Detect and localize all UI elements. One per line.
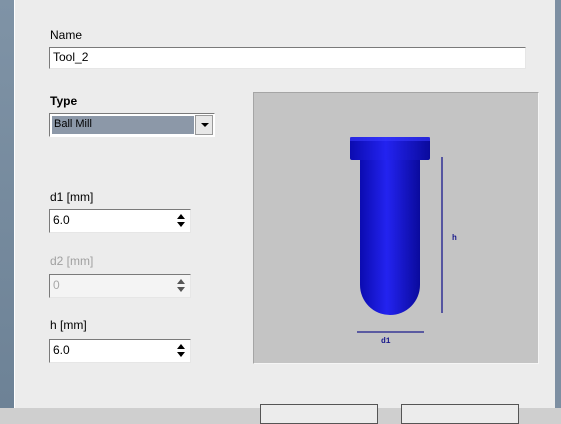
d2-spinner-icon[interactable] xyxy=(174,277,188,295)
chevron-down-icon[interactable] xyxy=(195,115,213,135)
ok-button[interactable] xyxy=(260,404,378,424)
h-dimension-label: h xyxy=(452,234,457,243)
tool-preview-graphic: h d1 xyxy=(350,137,457,346)
d1-input[interactable]: 6.0 xyxy=(49,209,191,233)
d2-value: 0 xyxy=(53,278,60,292)
type-label: Type xyxy=(50,94,78,108)
ball-mill-body-icon xyxy=(360,160,420,315)
name-label: Name xyxy=(50,28,83,42)
h-spinner-icon[interactable] xyxy=(174,342,188,360)
d2-input[interactable]: 0 xyxy=(49,274,191,298)
d1-value: 6.0 xyxy=(53,213,70,227)
h-input[interactable]: 6.0 xyxy=(49,339,191,363)
type-select-value: Ball Mill xyxy=(52,116,194,134)
d2-label: d2 [mm] xyxy=(50,254,94,268)
background-right xyxy=(555,0,561,408)
tool-preview: h d1 xyxy=(253,92,539,364)
type-select[interactable]: Ball Mill xyxy=(49,113,215,137)
name-input[interactable]: Tool_2 xyxy=(49,47,526,69)
background-left xyxy=(0,0,14,408)
h-label: h [mm] xyxy=(50,318,87,332)
d1-dimension-label: d1 xyxy=(381,337,391,346)
tool-dialog: Name Tool_2 Type Ball Mill d1 [mm] 6.0 d… xyxy=(14,0,555,424)
cancel-button[interactable] xyxy=(401,404,519,424)
d1-spinner-icon[interactable] xyxy=(174,212,188,230)
d1-label: d1 [mm] xyxy=(50,190,94,204)
h-value: 6.0 xyxy=(53,343,70,357)
